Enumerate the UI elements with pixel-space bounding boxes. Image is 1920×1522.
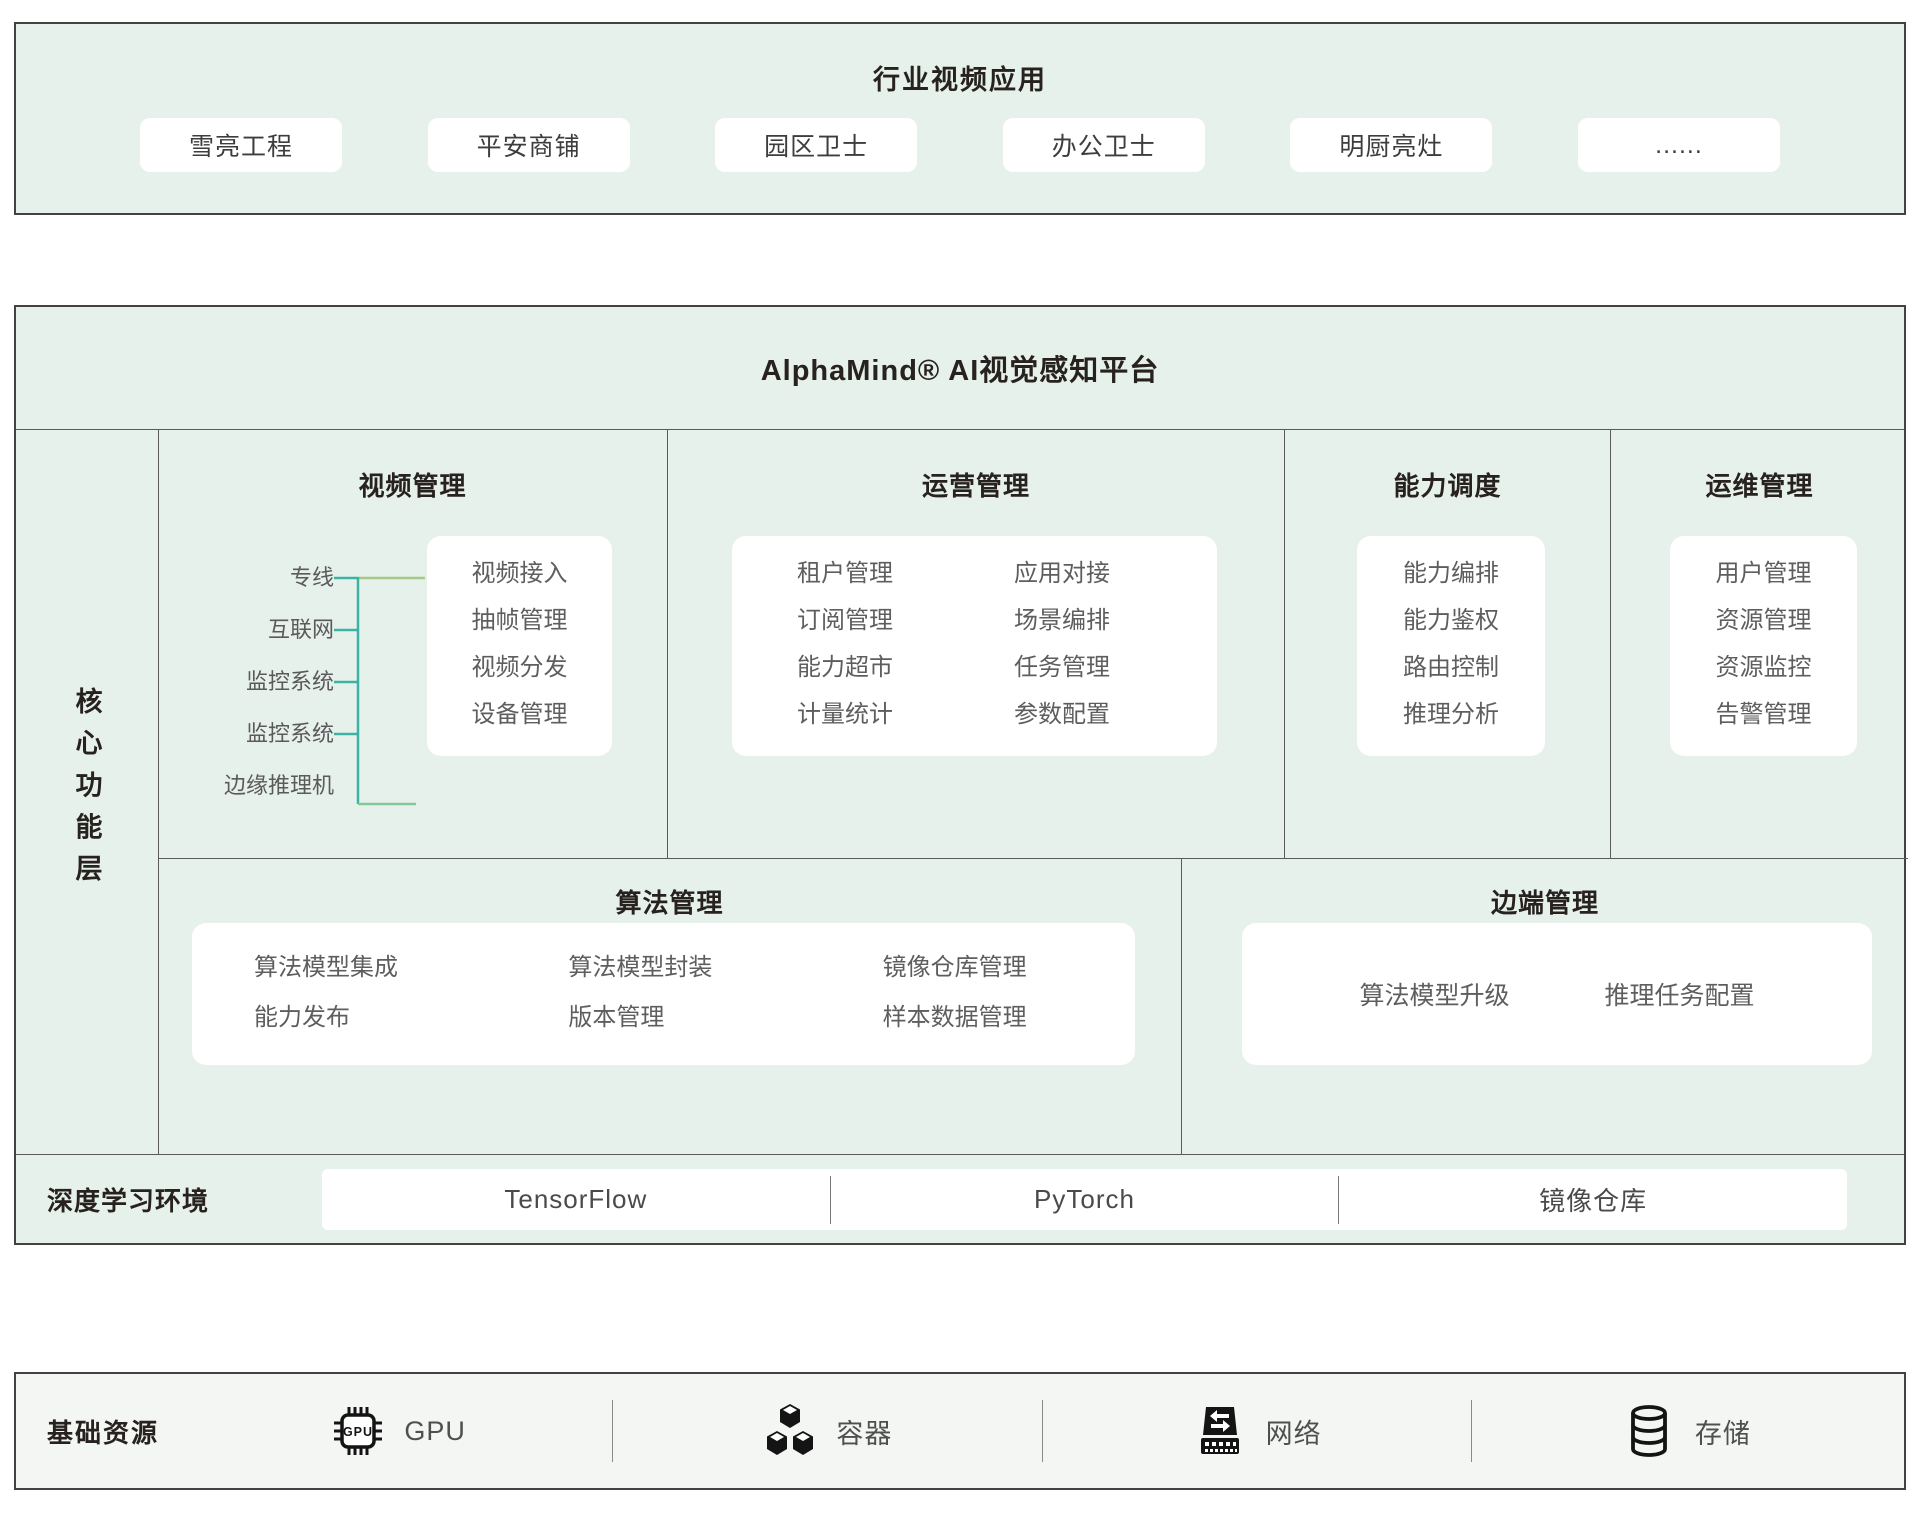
core-layer-sidebar: 核心功能层 <box>16 430 159 1154</box>
video-management-column: 视频管理 专线 互联网 监控系统 监控系统 边缘推理机 视频接入 抽帧管理 <box>158 430 668 858</box>
base-resources-section: 基础资源 GPU GPU <box>14 1372 1906 1490</box>
app-chip-yuanqu: 园区卫士 <box>715 118 917 172</box>
network-switch-icon <box>1192 1403 1248 1459</box>
deep-learning-env-bar: TensorFlow PyTorch 镜像仓库 <box>322 1169 1847 1230</box>
resource-label: 网络 <box>1266 1412 1322 1451</box>
ops-maintenance-column: 运维管理 用户管理 资源管理 资源监控 告警管理 <box>1611 430 1908 858</box>
dl-env-pytorch: PyTorch <box>831 1184 1339 1215</box>
app-chip-pingan: 平安商铺 <box>428 118 630 172</box>
ops-maintenance-box: 用户管理 资源管理 资源监控 告警管理 <box>1670 536 1857 756</box>
resource-label: 容器 <box>836 1412 892 1451</box>
operations-item: 参数配置 <box>1014 691 1217 738</box>
deep-learning-env-row: 深度学习环境 TensorFlow PyTorch 镜像仓库 <box>16 1154 1904 1243</box>
maintenance-item: 用户管理 <box>1670 550 1857 597</box>
industry-apps-section: 行业视频应用 雪亮工程 平安商铺 园区卫士 办公卫士 明厨亮灶 ...... <box>14 22 1906 215</box>
operations-item: 能力超市 <box>797 644 1014 691</box>
industry-apps-row: 雪亮工程 平安商铺 园区卫士 办公卫士 明厨亮灶 ...... <box>16 118 1904 172</box>
resource-network: 网络 <box>1043 1403 1471 1459</box>
resource-storage: 存储 <box>1472 1403 1900 1459</box>
operations-item: 订阅管理 <box>797 597 1014 644</box>
operations-item: 任务管理 <box>1014 644 1217 691</box>
core-columns: 视频管理 专线 互联网 监控系统 监控系统 边缘推理机 视频接入 抽帧管理 <box>158 430 1908 858</box>
algorithm-column-3: 镜像仓库管理 样本数据管理 <box>821 943 1135 1065</box>
dl-env-tensorflow: TensorFlow <box>322 1184 830 1215</box>
algorithm-item: 镜像仓库管理 <box>883 943 1135 993</box>
core-layer-label: 核心功能层 <box>68 687 107 896</box>
deep-learning-env-label: 深度学习环境 <box>47 1155 209 1243</box>
resource-gpu: GPU GPU <box>184 1403 612 1459</box>
gpu-chip-icon: GPU <box>330 1403 386 1459</box>
operations-left-column: 租户管理 订阅管理 能力超市 计量统计 <box>797 550 1014 756</box>
video-function-item: 视频接入 <box>427 550 612 597</box>
edge-item: 推理任务配置 <box>1605 976 1755 1012</box>
base-resources-items: GPU GPU 容器 <box>184 1374 1900 1488</box>
operations-management-title: 运营管理 <box>668 466 1284 503</box>
operations-item: 租户管理 <box>797 550 1014 597</box>
video-function-item: 抽帧管理 <box>427 597 612 644</box>
base-resources-label: 基础资源 <box>47 1374 159 1488</box>
resource-label: 存储 <box>1695 1412 1751 1451</box>
operations-item: 应用对接 <box>1014 550 1217 597</box>
maintenance-item: 告警管理 <box>1670 691 1857 738</box>
app-chip-bangong: 办公卫士 <box>1003 118 1205 172</box>
ops-maintenance-title: 运维管理 <box>1611 466 1908 503</box>
edge-item: 算法模型升级 <box>1359 976 1509 1012</box>
maintenance-item: 资源管理 <box>1670 597 1857 644</box>
scheduling-item: 推理分析 <box>1357 691 1545 738</box>
video-functions-box: 视频接入 抽帧管理 视频分发 设备管理 <box>427 536 612 756</box>
algorithm-edge-row: 算法管理 算法模型集成 能力发布 算法模型封装 版本管理 镜像仓库管理 样本数据… <box>158 858 1908 1154</box>
dl-env-image-repo: 镜像仓库 <box>1339 1181 1847 1218</box>
operations-management-column: 运营管理 租户管理 订阅管理 能力超市 计量统计 应用对接 场景编排 任务管理 … <box>668 430 1285 858</box>
app-chip-xueliang: 雪亮工程 <box>140 118 342 172</box>
video-function-item: 设备管理 <box>427 691 612 738</box>
algorithm-management-section: 算法管理 算法模型集成 能力发布 算法模型封装 版本管理 镜像仓库管理 样本数据… <box>158 859 1182 1154</box>
capability-scheduling-title: 能力调度 <box>1285 466 1610 503</box>
app-chip-mingchu: 明厨亮灶 <box>1290 118 1492 172</box>
industry-apps-title: 行业视频应用 <box>16 24 1904 97</box>
operations-right-column: 应用对接 场景编排 任务管理 参数配置 <box>1014 550 1217 756</box>
scheduling-item: 路由控制 <box>1357 644 1545 691</box>
algorithm-item: 样本数据管理 <box>883 993 1135 1043</box>
scheduling-item: 能力编排 <box>1357 550 1545 597</box>
edge-management-title: 边端管理 <box>1182 883 1908 920</box>
container-boxes-icon <box>762 1403 818 1459</box>
maintenance-item: 资源监控 <box>1670 644 1857 691</box>
operations-item: 场景编排 <box>1014 597 1217 644</box>
platform-section: AlphaMind® AI视觉感知平台 核心功能层 视频管理 专线 互联网 监控… <box>14 305 1906 1245</box>
app-chip-more: ...... <box>1578 118 1780 172</box>
operations-functions-box: 租户管理 订阅管理 能力超市 计量统计 应用对接 场景编排 任务管理 参数配置 <box>732 536 1217 756</box>
algorithm-management-title: 算法管理 <box>158 883 1181 920</box>
platform-title: AlphaMind® AI视觉感知平台 <box>16 307 1904 430</box>
storage-database-icon <box>1621 1403 1677 1459</box>
operations-item: 计量统计 <box>797 691 1014 738</box>
algorithm-functions-box: 算法模型集成 能力发布 算法模型封装 版本管理 镜像仓库管理 样本数据管理 <box>192 923 1135 1065</box>
capability-scheduling-box: 能力编排 能力鉴权 路由控制 推理分析 <box>1357 536 1545 756</box>
capability-scheduling-column: 能力调度 能力编排 能力鉴权 路由控制 推理分析 <box>1285 430 1611 858</box>
resource-label: GPU <box>404 1416 466 1447</box>
algorithm-column-1: 算法模型集成 能力发布 <box>192 943 506 1065</box>
edge-management-section: 边端管理 算法模型升级 推理任务配置 <box>1182 859 1908 1154</box>
scheduling-item: 能力鉴权 <box>1357 597 1545 644</box>
algorithm-item: 算法模型集成 <box>254 943 506 993</box>
algorithm-item: 能力发布 <box>254 993 506 1043</box>
video-function-item: 视频分发 <box>427 644 612 691</box>
algorithm-item: 算法模型封装 <box>568 943 820 993</box>
algorithm-item: 版本管理 <box>568 993 820 1043</box>
svg-text:GPU: GPU <box>343 1425 373 1439</box>
resource-container: 容器 <box>613 1403 1041 1459</box>
algorithm-column-2: 算法模型封装 版本管理 <box>506 943 820 1065</box>
edge-functions-box: 算法模型升级 推理任务配置 <box>1242 923 1872 1065</box>
